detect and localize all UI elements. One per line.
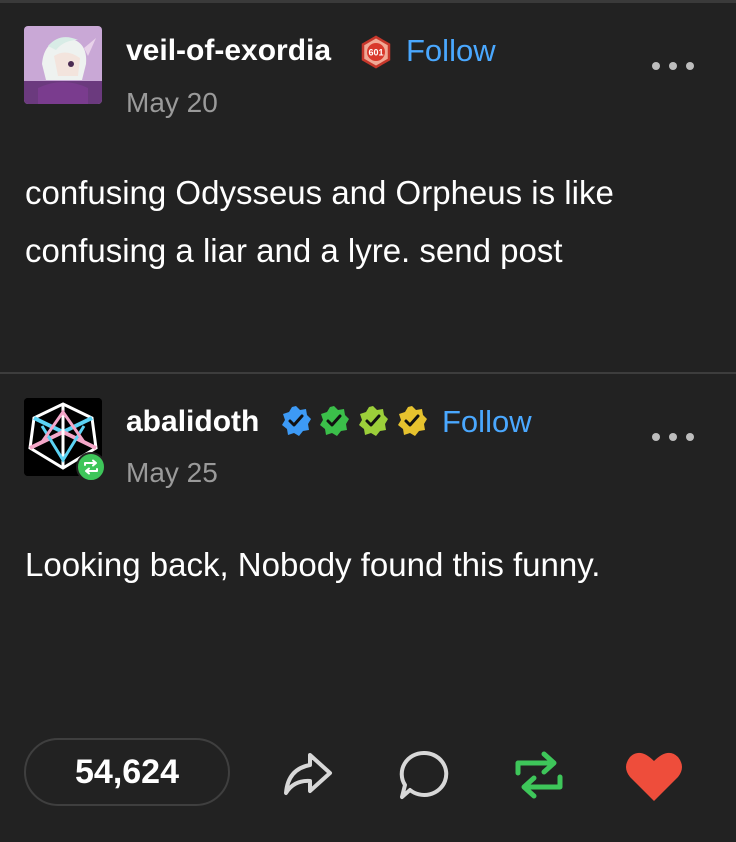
- follow-button[interactable]: Follow: [442, 404, 532, 440]
- action-bar: 54,624: [0, 714, 736, 842]
- more-icon[interactable]: [650, 430, 696, 442]
- reply-icon[interactable]: [396, 747, 452, 808]
- post-original: veil-of-exordia 601 Follow May 20 confus…: [0, 0, 736, 372]
- avatar-veil-of-exordia[interactable]: [24, 26, 102, 104]
- heart-icon[interactable]: [624, 749, 684, 808]
- post-body: confusing Odysseus and Orpheus is like c…: [25, 174, 614, 269]
- notes-count: 54,624: [75, 753, 179, 791]
- post-date: May 20: [126, 87, 218, 118]
- verified-badge-icon: [279, 404, 313, 443]
- post-body: Looking back, Nobody found this funny.: [25, 546, 601, 583]
- badge-text: 601: [368, 48, 383, 58]
- share-icon[interactable]: [280, 747, 334, 806]
- verified-badge-icon: [356, 404, 390, 443]
- post-date: May 25: [126, 457, 218, 488]
- badge-icon: 601: [359, 35, 393, 74]
- verified-badge-icon: [317, 404, 351, 443]
- reblog-badge-icon: [76, 452, 106, 487]
- username[interactable]: veil-of-exordia: [126, 34, 331, 68]
- post-reblog: abalidoth Follow May 25 Looking back, No…: [0, 374, 736, 714]
- notes-count-button[interactable]: 54,624: [24, 738, 230, 806]
- verified-badge-icon: [395, 404, 429, 443]
- more-icon[interactable]: [650, 59, 696, 71]
- username[interactable]: abalidoth: [126, 405, 259, 439]
- reblog-icon[interactable]: [512, 749, 566, 806]
- follow-button[interactable]: Follow: [406, 33, 496, 69]
